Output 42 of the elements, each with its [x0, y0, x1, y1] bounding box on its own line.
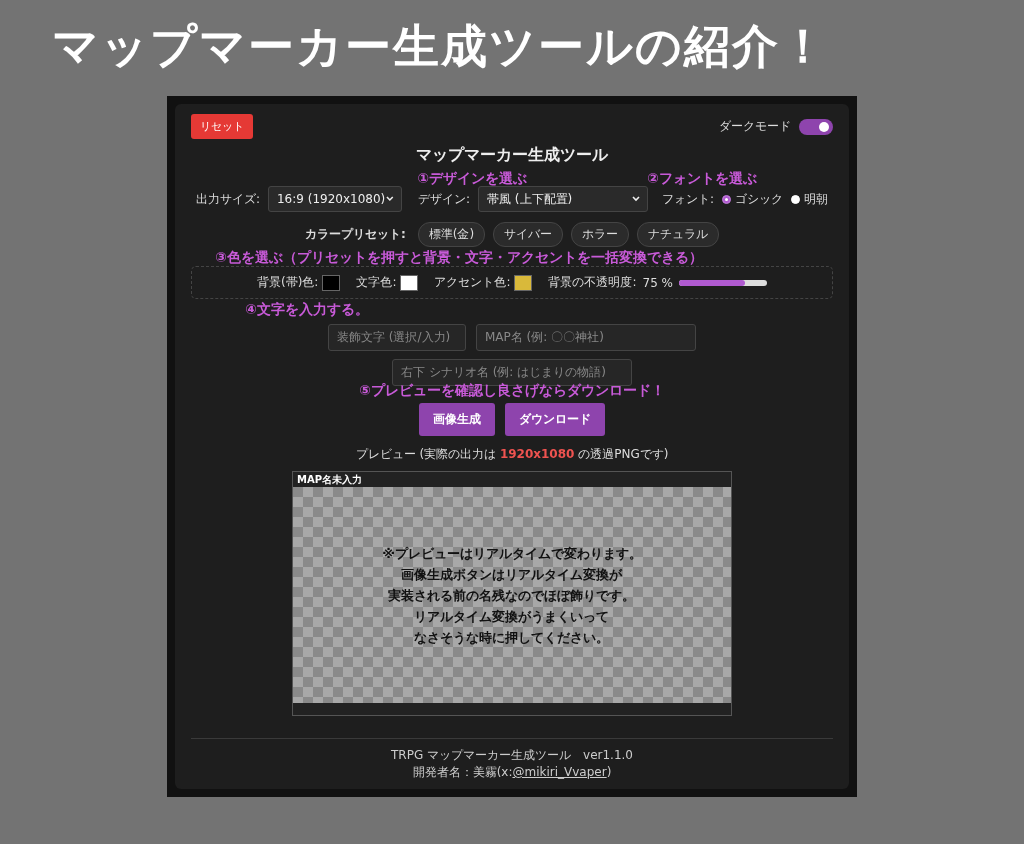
- dark-mode-label: ダークモード: [719, 118, 791, 135]
- annotation: ③色を選ぶ（プリセットを押すと背景・文字・アクセントを一括変換できる）: [215, 249, 703, 266]
- design-label: デザイン:: [417, 190, 470, 208]
- annotation: ④文字を入力する。: [245, 301, 369, 318]
- opacity-label: 背景の不透明度:: [548, 274, 637, 291]
- slide-title: マップマーカー生成ツールの紹介！: [51, 18, 828, 75]
- developer-link[interactable]: @mikiri_Vvaper: [512, 765, 607, 779]
- preset-button[interactable]: ホラー: [571, 222, 630, 247]
- band-text: MAP名未入力: [293, 472, 731, 487]
- color-label: アクセント色:: [434, 274, 511, 291]
- opacity-slider[interactable]: [679, 279, 767, 286]
- radio-label: ゴシック: [735, 190, 784, 208]
- annotation: ①デザインを選ぶ: [417, 170, 527, 187]
- preset-button[interactable]: ナチュラル: [637, 222, 720, 247]
- color-label: 文字色:: [356, 274, 397, 291]
- color-swatch[interactable]: [514, 274, 533, 291]
- annotation: ②フォントを選ぶ: [647, 170, 757, 187]
- preset-button[interactable]: サイバー: [493, 222, 564, 247]
- preview-note: ※プレビューはリアルタイムで変わります。 画像生成ボタンはリアルタイム変換が 実装される前の名残なのでほぼ飾りです。 リアルタイム変換がうまくいって なさそうな時に押してください。: [382, 544, 642, 647]
- color-swatch[interactable]: [400, 274, 419, 291]
- output-size-select[interactable]: 16:9 (1920x1080): [267, 186, 402, 212]
- design-select[interactable]: 帯風 (上下配置): [478, 186, 648, 212]
- reset-button[interactable]: リセット: [191, 114, 253, 139]
- color-label: 背景(帯)色:: [256, 274, 319, 291]
- download-button[interactable]: ダウンロード: [505, 403, 605, 436]
- radio-label: 明朝: [804, 190, 829, 208]
- preview-caption: プレビュー (実際の出力は 1920x1080 の透過PNGです): [355, 446, 669, 463]
- chevron-down-icon: [631, 194, 641, 204]
- output-size-label: 出力サイズ:: [195, 190, 260, 208]
- preset-button[interactable]: 標準(金): [417, 222, 486, 247]
- dark-mode-toggle[interactable]: [799, 118, 833, 135]
- footer-title: TRPG マップマーカー生成ツール ver1.1.0: [391, 747, 633, 764]
- chevron-down-icon: [385, 194, 395, 204]
- color-swatch[interactable]: [322, 274, 341, 291]
- input-field[interactable]: 装飾文字 (選択/入力): [328, 324, 466, 351]
- font-label: フォント:: [662, 190, 715, 208]
- opacity-reading: 75 %: [642, 275, 673, 290]
- color-preset-label: カラープリセット:: [304, 226, 406, 243]
- developer-credit: 開発者名：美霧(x:@mikiri_Vvaper): [411, 764, 613, 781]
- generate-button[interactable]: 画像生成: [419, 403, 495, 436]
- radio-button[interactable]: [722, 194, 732, 204]
- app-title: マップマーカー生成ツール: [416, 145, 608, 166]
